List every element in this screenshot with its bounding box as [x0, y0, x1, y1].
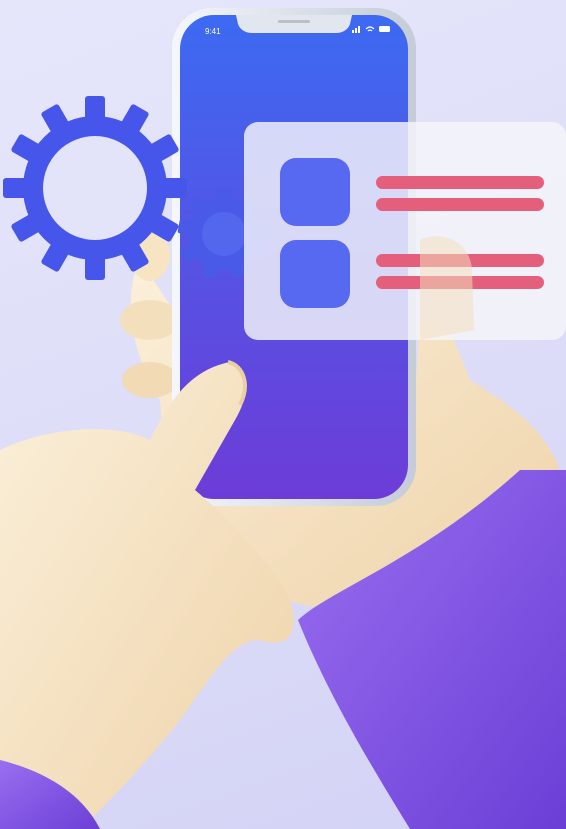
text-bar [376, 176, 544, 189]
phone-notch [236, 15, 352, 33]
battery-icon [379, 26, 390, 32]
thumb [420, 236, 474, 340]
floating-app-card [244, 122, 566, 340]
app-tile-2 [280, 240, 350, 308]
status-icons [352, 26, 390, 33]
wifi-icon [365, 26, 375, 32]
illustration [0, 8, 566, 829]
text-bar [376, 198, 544, 211]
phone-status-time: 9:41 [205, 27, 221, 36]
signal-icon [352, 26, 360, 33]
app-tile-1 [280, 158, 350, 226]
